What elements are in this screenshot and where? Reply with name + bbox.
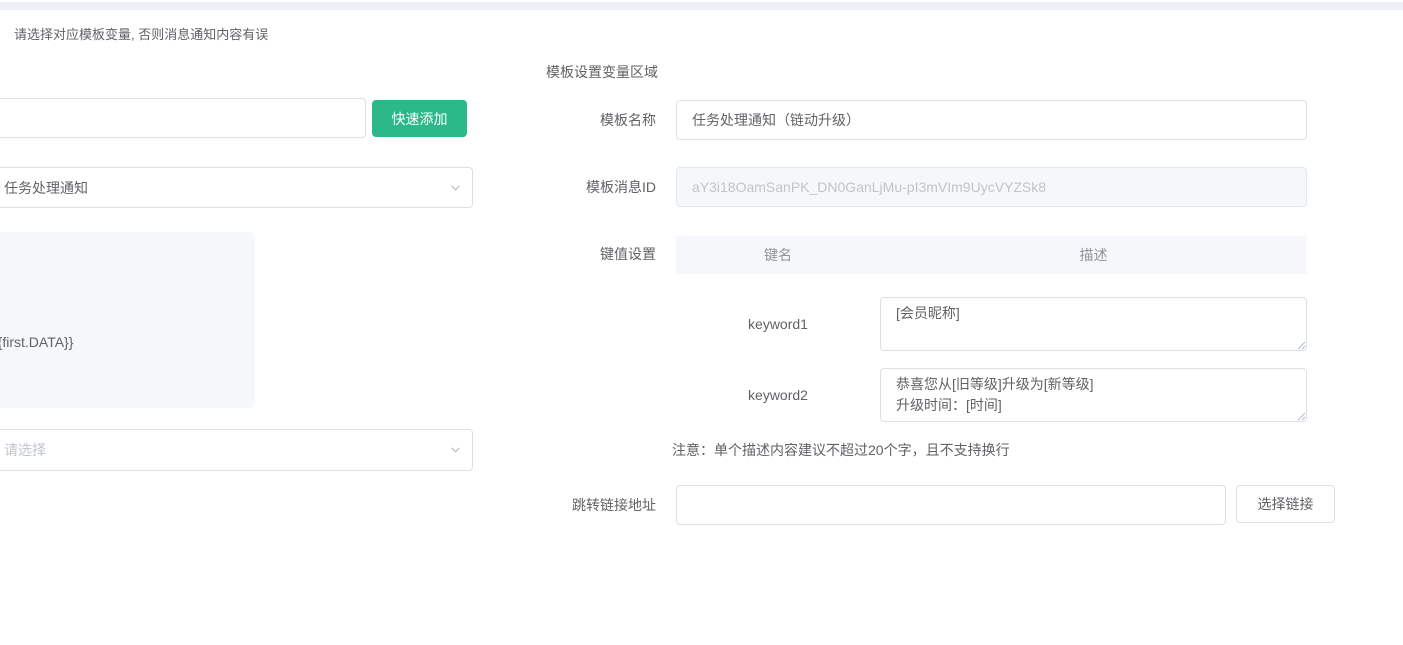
section-title: 模板设置变量区域 bbox=[546, 62, 658, 82]
template-name-label: 模板名称 bbox=[546, 100, 656, 140]
kv-row-key-keyword2: keyword2 bbox=[676, 368, 880, 422]
resize-handle-icon[interactable] bbox=[1296, 340, 1306, 350]
kv-settings-label: 键值设置 bbox=[546, 235, 656, 273]
kv-desc-textarea-keyword2[interactable]: 恭喜您从[旧等级]升级为[新等级] 升级时间：[时间] bbox=[880, 368, 1307, 422]
resize-handle-icon[interactable] bbox=[1296, 411, 1306, 421]
kv-header-desc: 描述 bbox=[880, 245, 1307, 265]
kv-row-key-keyword1: keyword1 bbox=[676, 297, 880, 351]
top-tab-strip bbox=[0, 2, 1403, 10]
template-msg-id-label: 模板消息ID bbox=[546, 167, 656, 207]
chevron-down-icon bbox=[449, 181, 462, 194]
quick-add-input-wrap bbox=[0, 98, 366, 138]
template-msg-id-input bbox=[676, 167, 1307, 207]
jump-link-label: 跳转链接地址 bbox=[546, 485, 656, 525]
variable-select-placeholder: 请选择 bbox=[4, 440, 46, 460]
warning-text: 请选择对应模板变量, 否则消息通知内容有误 bbox=[14, 24, 268, 43]
kv-note-text: 注意：单个描述内容建议不超过20个字，且不支持换行 bbox=[672, 440, 1010, 460]
kv-table-header: 键名 描述 bbox=[676, 236, 1307, 274]
preview-line-first: {{first.DATA}} bbox=[0, 323, 255, 362]
quick-add-button[interactable]: 快速添加 bbox=[372, 100, 467, 137]
template-type-select-value: 任务处理通知 bbox=[4, 178, 88, 198]
template-type-select[interactable]: 任务处理通知 bbox=[0, 167, 473, 208]
template-preview-box: {{first.DATA}} 任务名称：{{keyword1.DATA}} 通知… bbox=[0, 232, 255, 408]
chevron-down-icon bbox=[449, 444, 462, 457]
variable-select[interactable]: 请选择 bbox=[0, 429, 473, 471]
template-name-input[interactable] bbox=[676, 100, 1307, 140]
jump-link-input[interactable] bbox=[676, 485, 1226, 525]
kv-desc-textarea-keyword1[interactable]: [会员昵称] bbox=[880, 297, 1307, 351]
choose-link-button[interactable]: 选择链接 bbox=[1236, 485, 1335, 523]
quick-add-input[interactable] bbox=[0, 98, 366, 138]
kv-header-key: 键名 bbox=[676, 245, 880, 265]
